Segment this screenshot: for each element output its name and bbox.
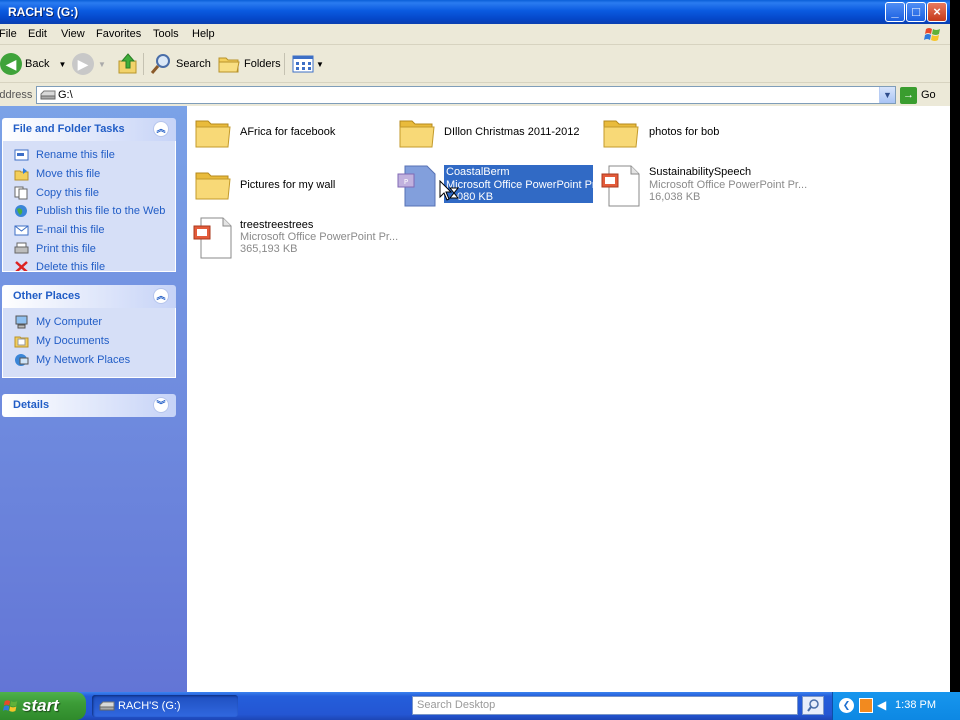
- dropdown-icon[interactable]: ▼: [98, 60, 106, 69]
- expand-icon[interactable]: ︾: [153, 397, 169, 413]
- panel-body: Rename this file Move this file Copy thi…: [2, 141, 176, 272]
- search-button[interactable]: Search: [150, 52, 211, 76]
- menu-tools[interactable]: Tools: [153, 28, 179, 40]
- network-icon: [15, 353, 29, 366]
- menu-edit[interactable]: Edit: [28, 28, 47, 40]
- go-arrow-icon: →: [900, 86, 917, 104]
- documents-folder-icon: [14, 336, 29, 348]
- address-dropdown-icon[interactable]: ▼: [879, 87, 895, 103]
- task-move[interactable]: Move this file: [3, 165, 175, 184]
- forward-button[interactable]: ▶ ▼: [72, 52, 106, 76]
- folder-icon: [195, 172, 231, 200]
- back-button[interactable]: ◀ Back ▼: [0, 52, 66, 76]
- address-value: G:\: [58, 89, 73, 101]
- up-folder-icon: [118, 53, 137, 74]
- menu-view[interactable]: View: [61, 28, 85, 40]
- powerpoint-file-icon: [193, 217, 232, 259]
- file-list: AFrica for facebook DIllon Christmas 201…: [187, 106, 950, 692]
- task-email[interactable]: E-mail this file: [3, 221, 175, 240]
- search-go-button[interactable]: [802, 696, 824, 715]
- desktop-search-input[interactable]: Search Desktop: [412, 696, 798, 715]
- windows-logo-icon: [924, 28, 940, 41]
- place-my-computer[interactable]: My Computer: [3, 313, 175, 332]
- explorer-window: RACH'S (G:) _ □ × File Edit View Favorit…: [0, 0, 950, 692]
- copy-icon: [14, 186, 28, 200]
- tray-app-icon[interactable]: [859, 698, 873, 713]
- menu-favorites[interactable]: Favorites: [96, 28, 141, 40]
- address-bar: Address G:\ ▼ → Go: [0, 84, 950, 106]
- powerpoint-file-icon: P: [397, 165, 436, 207]
- menu-file[interactable]: File: [0, 28, 17, 40]
- printer-icon: [14, 242, 29, 254]
- up-folder-button[interactable]: [118, 52, 138, 76]
- search-icon: [807, 699, 819, 712]
- minimize-button[interactable]: _: [885, 2, 905, 22]
- place-my-documents[interactable]: My Documents: [3, 332, 175, 351]
- dropdown-icon[interactable]: ▼: [58, 60, 66, 69]
- views-button[interactable]: ▼: [292, 52, 324, 76]
- views-icon: [292, 55, 314, 73]
- panel-header[interactable]: Details ︾: [2, 394, 176, 417]
- folder-icon: [603, 120, 639, 148]
- start-button[interactable]: start: [0, 692, 86, 720]
- panel-header[interactable]: File and Folder Tasks ︽: [2, 118, 176, 141]
- screen-edge: [950, 0, 960, 692]
- address-label: Address: [0, 89, 33, 101]
- toolbar: ◀ Back ▼ ▶ ▼ Search Folders ▼: [0, 45, 950, 83]
- address-input[interactable]: G:\ ▼: [36, 86, 896, 104]
- dropdown-icon[interactable]: ▼: [316, 60, 324, 69]
- forward-arrow-icon: ▶: [72, 53, 94, 75]
- email-icon: [14, 225, 29, 236]
- collapse-icon[interactable]: ︽: [153, 288, 169, 304]
- menu-bar: File Edit View Favorites Tools Help: [0, 24, 950, 45]
- go-button[interactable]: → Go: [900, 86, 936, 104]
- rename-icon: [14, 149, 29, 161]
- folders-button[interactable]: Folders: [218, 52, 281, 76]
- window-title: RACH'S (G:): [8, 5, 79, 19]
- task-print[interactable]: Print this file: [3, 239, 175, 258]
- clock[interactable]: 1:38 PM: [895, 699, 936, 711]
- hourglass-cursor-icon: [439, 180, 460, 201]
- panel-header[interactable]: Other Places ︽: [2, 285, 176, 308]
- drive-icon: [40, 90, 56, 100]
- globe-icon: [15, 205, 27, 218]
- taskbar: start RACH'S (G:) Search Desktop ❮ ◀ 1:3…: [0, 692, 960, 720]
- file-folder-tasks-panel: File and Folder Tasks ︽ Rename this file…: [2, 118, 176, 272]
- tray-arrow-icon[interactable]: ❮: [839, 698, 854, 713]
- close-button[interactable]: ×: [927, 2, 947, 22]
- collapse-icon[interactable]: ︽: [153, 121, 169, 137]
- task-rename[interactable]: Rename this file: [3, 146, 175, 165]
- search-icon: [150, 54, 170, 74]
- title-bar[interactable]: RACH'S (G:) _ □ ×: [0, 0, 950, 24]
- computer-icon: [15, 315, 28, 329]
- folder-icon: [195, 120, 231, 148]
- other-places-panel: Other Places ︽ My Computer My Documents …: [2, 285, 176, 378]
- maximize-button[interactable]: □: [906, 2, 926, 22]
- details-panel: Details ︾: [2, 394, 176, 417]
- folder-icon: [218, 57, 240, 73]
- move-icon: [14, 168, 29, 181]
- powerpoint-file-icon: [601, 165, 640, 207]
- windows-logo-icon: [3, 700, 18, 712]
- task-publish[interactable]: Publish this file to the Web: [3, 202, 175, 221]
- panel-body: My Computer My Documents My Network Plac…: [2, 308, 176, 378]
- system-tray: ❮ ◀ 1:38 PM: [832, 692, 960, 720]
- folder-icon: [399, 120, 435, 148]
- drive-icon: [99, 701, 115, 711]
- task-pane: File and Folder Tasks ︽ Rename this file…: [0, 106, 187, 692]
- place-my-network-places[interactable]: My Network Places: [3, 350, 175, 369]
- taskbar-window-button[interactable]: RACH'S (G:): [92, 695, 238, 717]
- task-copy[interactable]: Copy this file: [3, 183, 175, 202]
- menu-help[interactable]: Help: [192, 28, 215, 40]
- speaker-icon[interactable]: ◀: [877, 698, 891, 713]
- delete-icon: [15, 261, 28, 271]
- svg-text:P: P: [404, 178, 408, 186]
- task-delete[interactable]: Delete this file: [3, 258, 175, 271]
- back-arrow-icon: ◀: [0, 53, 22, 75]
